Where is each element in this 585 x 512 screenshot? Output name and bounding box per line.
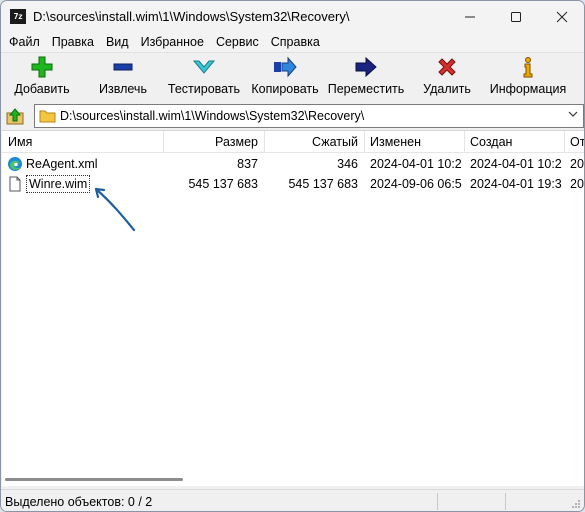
menu-favorites[interactable]: Избранное: [135, 32, 210, 52]
edge-xml-icon: [8, 157, 22, 171]
copy-arrow-icon: [273, 56, 297, 78]
status-divider: [505, 493, 506, 510]
scrollbar-thumb[interactable]: [5, 478, 183, 481]
info-icon: [516, 56, 540, 78]
column-divider: [464, 131, 465, 153]
status-selected-count: Выделено объектов: 0 / 2: [5, 495, 153, 509]
info-button[interactable]: Информация: [487, 56, 569, 98]
file-name: ReAgent.xml: [26, 157, 98, 171]
file-modified: 2024-09-06 06:59: [370, 177, 462, 191]
up-folder-icon: [6, 107, 24, 124]
status-bar: Выделено объектов: 0 / 2: [1, 489, 584, 511]
move-arrow-icon: [354, 56, 378, 78]
file-size: 545 137 683: [188, 177, 258, 191]
extract-button[interactable]: Извлечь: [91, 56, 155, 98]
file-created: 2024-04-01 19:30: [470, 177, 562, 191]
status-divider: [437, 493, 438, 510]
window-title: D:\sources\install.wim\1\Windows\System3…: [33, 9, 350, 24]
column-divider: [564, 131, 565, 153]
add-icon: [30, 56, 54, 78]
path-input[interactable]: D:\sources\install.wim\1\Windows\System3…: [34, 104, 584, 128]
extract-label: Извлечь: [99, 82, 147, 96]
menu-file[interactable]: Файл: [3, 32, 46, 52]
file-extra: 20: [570, 177, 584, 191]
column-size[interactable]: Размер: [164, 131, 258, 153]
path-dropdown-icon[interactable]: [567, 108, 579, 123]
column-name[interactable]: Имя: [8, 131, 158, 153]
path-text: D:\sources\install.wim\1\Windows\System3…: [60, 109, 365, 123]
file-extra: 20: [570, 157, 584, 171]
test-button[interactable]: Тестировать: [164, 56, 244, 98]
move-label: Переместить: [327, 82, 405, 96]
app-icon: 7z: [10, 9, 26, 24]
minimize-button[interactable]: [447, 1, 493, 32]
minimize-icon: [465, 16, 475, 17]
file-modified: 2024-04-01 10:24: [370, 157, 462, 171]
maximize-icon: [511, 11, 521, 22]
column-modified[interactable]: Изменен: [370, 131, 462, 153]
move-button[interactable]: Переместить: [326, 56, 406, 98]
resize-grip-icon[interactable]: [571, 499, 581, 509]
table-row[interactable]: ReAgent.xml 837 346 2024-04-01 10:24 202…: [2, 154, 584, 174]
menu-edit[interactable]: Правка: [46, 32, 100, 52]
file-name-cell: ReAgent.xml: [7, 154, 162, 174]
extract-icon: [111, 56, 135, 78]
copy-label: Копировать: [251, 82, 319, 96]
file-list[interactable]: Имя Размер Сжатый Изменен Создан От ReAg…: [2, 130, 584, 486]
add-label: Добавить: [14, 82, 70, 96]
add-button[interactable]: Добавить: [9, 56, 75, 98]
menu-bar: Файл Правка Вид Избранное Сервис Справка: [1, 32, 584, 52]
file-packed-size: 346: [337, 157, 358, 171]
maximize-button[interactable]: [493, 1, 539, 32]
copy-button[interactable]: Копировать: [248, 56, 322, 98]
table-row[interactable]: Winre.wim 545 137 683 545 137 683 2024-0…: [2, 174, 584, 194]
title-bar[interactable]: 7z D:\sources\install.wim\1\Windows\Syst…: [1, 1, 584, 32]
column-extra[interactable]: От: [570, 131, 584, 153]
info-label: Информация: [489, 82, 567, 96]
menu-tools[interactable]: Сервис: [210, 32, 265, 52]
test-label: Тестировать: [167, 82, 241, 96]
column-created[interactable]: Создан: [470, 131, 562, 153]
column-divider: [364, 131, 365, 153]
app-window: 7z D:\sources\install.wim\1\Windows\Syst…: [0, 0, 585, 512]
blank-file-icon: [9, 176, 21, 192]
list-header: Имя Размер Сжатый Изменен Создан От: [2, 131, 584, 153]
up-folder-button[interactable]: [5, 105, 25, 126]
menu-help[interactable]: Справка: [265, 32, 326, 52]
file-created: 2024-04-01 10:26: [470, 157, 562, 171]
address-bar: D:\sources\install.wim\1\Windows\System3…: [1, 102, 584, 129]
column-packed[interactable]: Сжатый: [265, 131, 358, 153]
file-size: 837: [237, 157, 258, 171]
test-checkmark-icon: [192, 56, 216, 78]
toolbar: Добавить Извлечь Тестировать Копировать …: [1, 53, 584, 99]
delete-x-icon: [435, 56, 459, 78]
file-name-cell: Winre.wim: [7, 174, 162, 194]
close-button[interactable]: [539, 1, 584, 32]
file-name: Winre.wim: [26, 175, 91, 193]
folder-icon: [39, 110, 56, 123]
close-icon: [556, 11, 568, 22]
delete-label: Удалить: [423, 82, 471, 96]
horizontal-scrollbar[interactable]: [2, 473, 584, 487]
delete-button[interactable]: Удалить: [415, 56, 479, 98]
menu-view[interactable]: Вид: [100, 32, 135, 52]
file-packed-size: 545 137 683: [288, 177, 358, 191]
